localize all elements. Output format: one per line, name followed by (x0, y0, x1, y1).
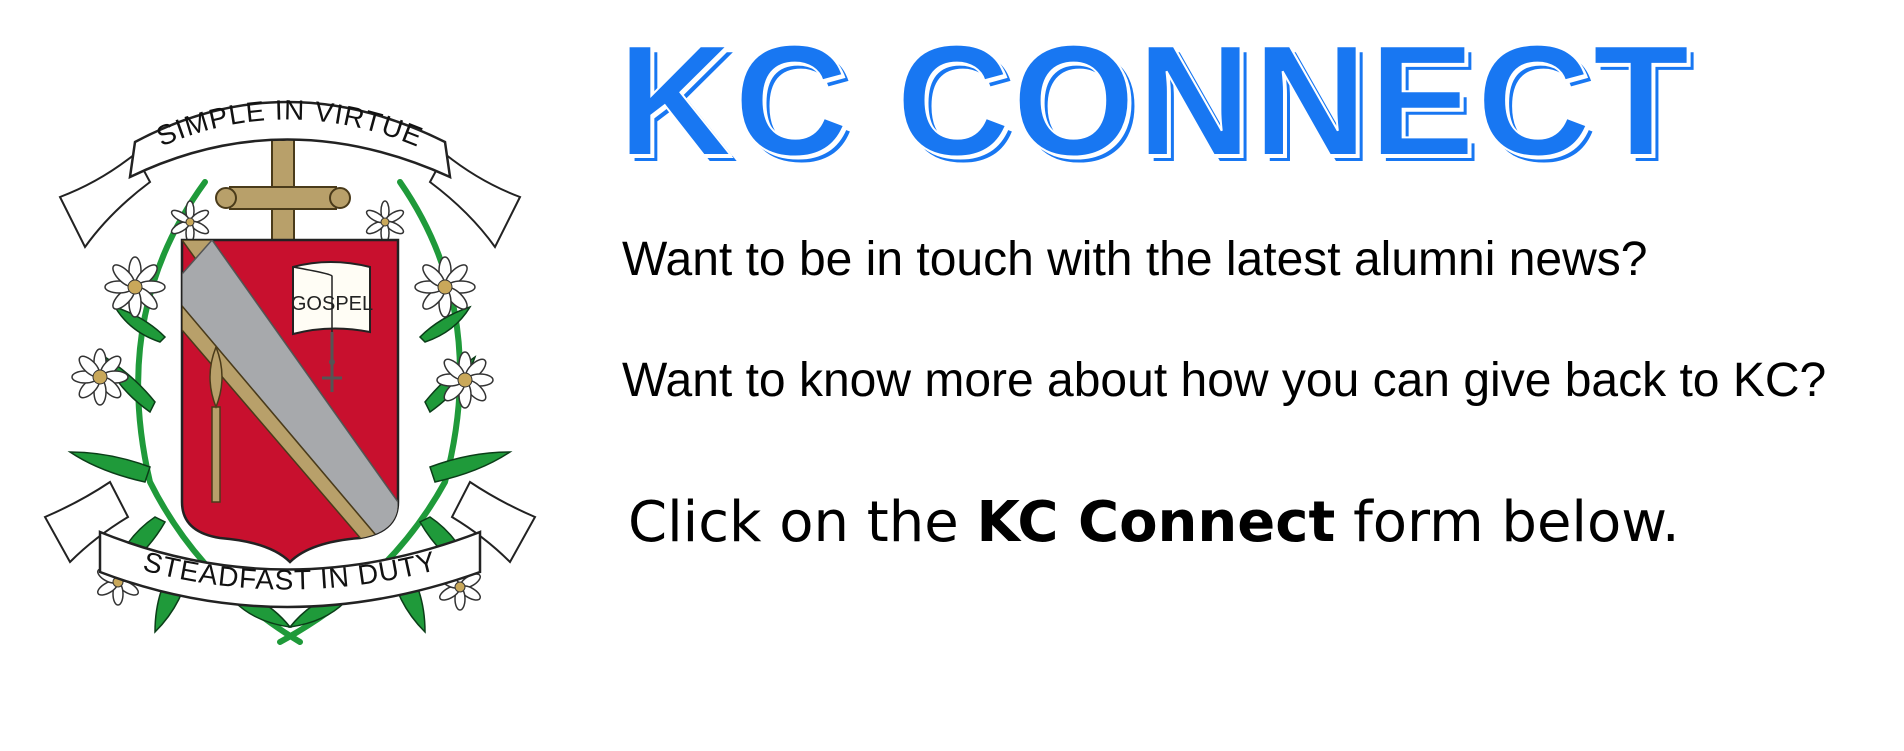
cta-bold-link-text: KC Connect (976, 490, 1336, 555)
call-to-action: Click on the KC Connect form below. (628, 490, 1680, 555)
school-crest: GOSPEL SIMPLE IN VIRTUE STEADFAST IN DUT… (43, 94, 537, 645)
book-label: GOSPEL (291, 293, 373, 315)
alumni-news-question: Want to be in touch with the latest alum… (622, 233, 1648, 286)
cta-prefix: Click on the (628, 490, 959, 555)
page-title: KC CONNECT (617, 13, 1692, 189)
cta-suffix: form below. (1353, 490, 1680, 555)
torch-icon (209, 344, 223, 503)
give-back-question: Want to know more about how you can give… (622, 354, 1827, 407)
